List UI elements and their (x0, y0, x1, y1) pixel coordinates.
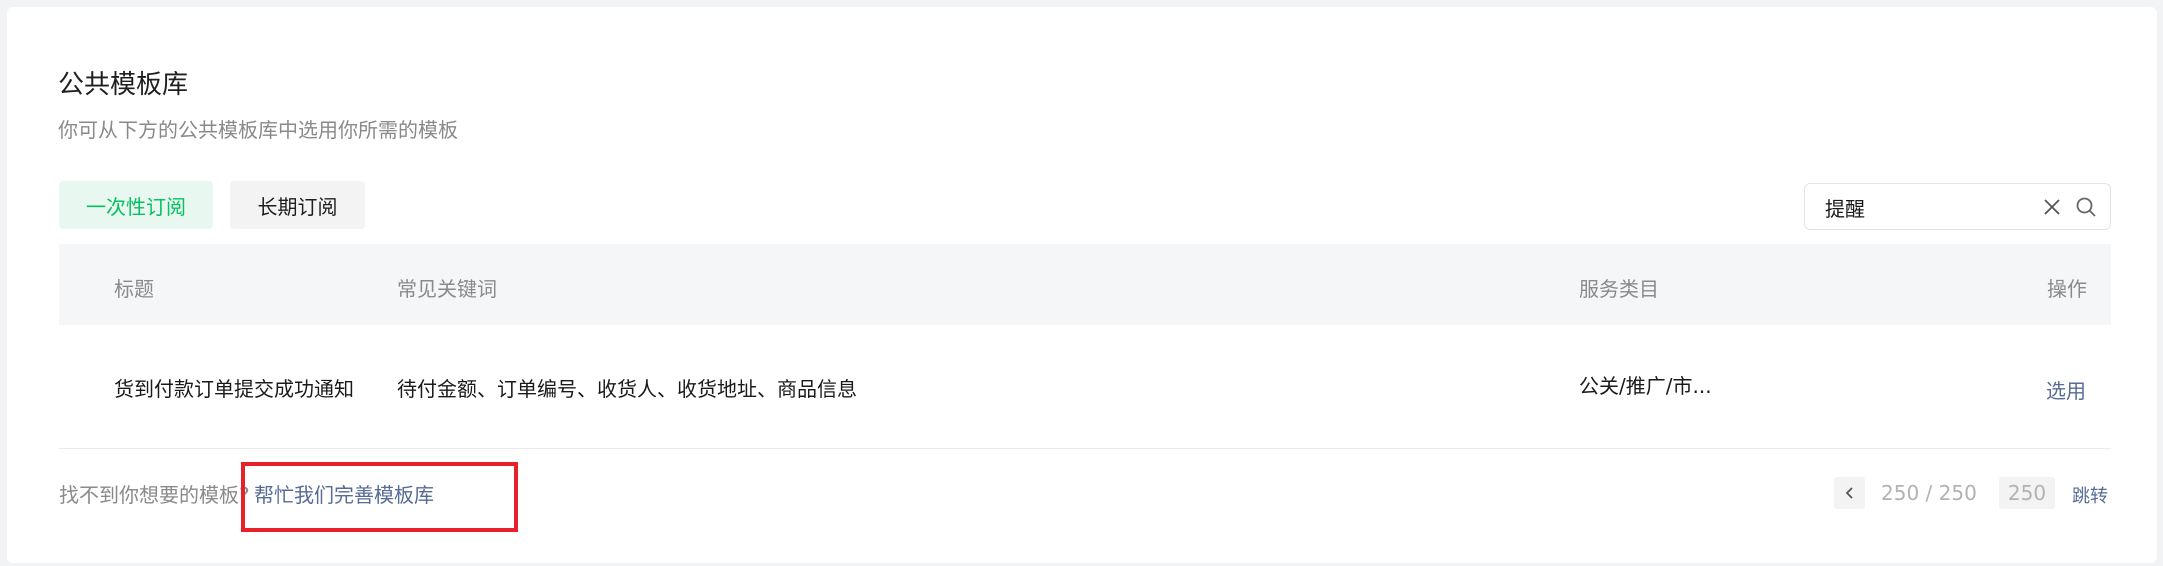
prev-page-button[interactable] (1834, 477, 1865, 509)
search-icon[interactable] (2075, 196, 2097, 218)
column-header-category: 服务类目 (1579, 277, 1659, 301)
page-number-input[interactable] (1999, 477, 2055, 509)
search-input[interactable] (1825, 194, 2025, 220)
chevron-left-icon (1845, 487, 1853, 499)
select-button[interactable]: 选用 (2046, 375, 2086, 404)
not-found-prompt: 找不到你想要的模板? (59, 483, 250, 507)
page-title: 公共模板库 (58, 70, 189, 100)
table-row: 货到付款订单提交成功通知 待付金额、订单编号、收货人、收货地址、商品信息 公关/… (59, 325, 2111, 449)
column-header-keywords: 常见关键词 (397, 277, 497, 301)
close-icon[interactable] (2041, 196, 2063, 218)
page-subtitle: 你可从下方的公共模板库中选用你所需的模板 (58, 118, 458, 142)
tab-long-term-subscription[interactable]: 长期订阅 (230, 181, 365, 229)
row-title: 货到付款订单提交成功通知 (114, 377, 354, 401)
jump-button[interactable]: 跳转 (2072, 482, 2108, 508)
column-header-action: 操作 (2047, 277, 2087, 301)
table-header: 标题 常见关键词 服务类目 操作 (59, 244, 2111, 325)
row-keywords: 待付金额、订单编号、收货人、收货地址、商品信息 (397, 377, 857, 401)
column-header-title: 标题 (114, 277, 154, 301)
row-category: 公关/推广/市... (1579, 374, 1712, 398)
highlight-box (241, 462, 518, 532)
search-box (1804, 183, 2111, 230)
page-info: 250 / 250 (1881, 481, 1977, 505)
tab-one-time-subscription[interactable]: 一次性订阅 (59, 181, 213, 229)
